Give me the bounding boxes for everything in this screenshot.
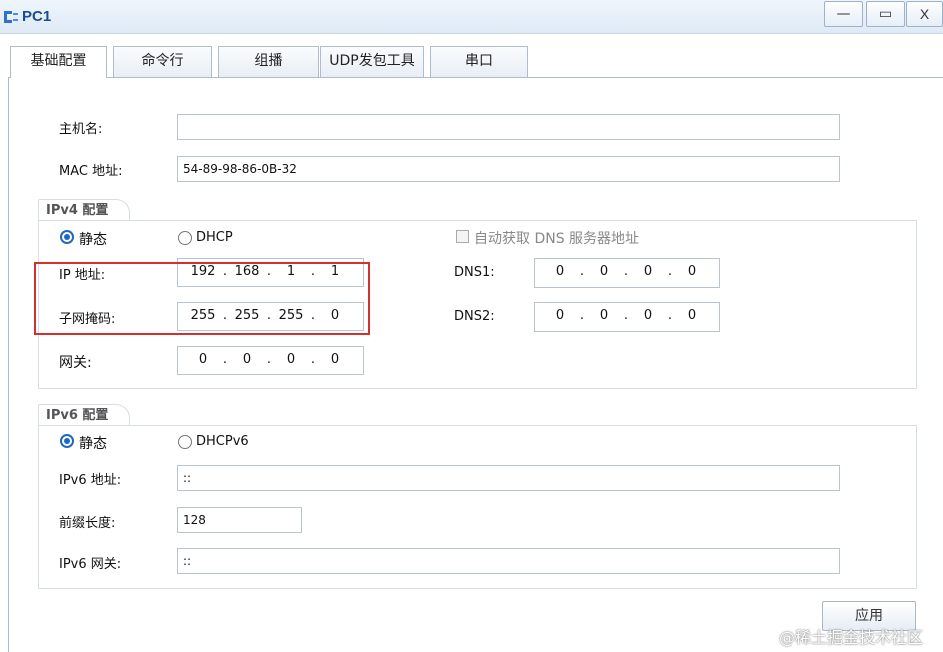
ip-dot: .	[222, 264, 228, 279]
dns1-dot: .	[579, 264, 585, 279]
gateway-dot: .	[310, 352, 316, 367]
tab-udp-tool[interactable]: UDP发包工具	[320, 46, 424, 77]
ipv6-gateway-label: IPv6 网关:	[59, 557, 122, 572]
subnet-mask-input[interactable]: 255 . 255 . 255 . 0	[177, 302, 364, 331]
ip-octet-1: 192	[190, 264, 216, 279]
ip-octet-2: 168	[234, 264, 260, 279]
tab-serial[interactable]: 串口	[430, 46, 528, 77]
window-title: PC1	[22, 8, 52, 25]
dns2-label: DNS2:	[454, 309, 495, 324]
mac-address-field[interactable]: 54-89-98-86-0B-32	[177, 156, 840, 182]
ipv4-dhcp-radio[interactable]	[178, 231, 192, 245]
dns1-octet-1: 0	[555, 264, 565, 279]
ipv6-dhcp-label: DHCPv6	[196, 434, 249, 449]
mask-octet-4: 0	[330, 308, 340, 323]
hostname-input[interactable]	[177, 114, 840, 140]
gateway-octet-3: 0	[286, 352, 296, 367]
dns2-octet-3: 0	[643, 308, 653, 323]
ip-address-label: IP 地址:	[59, 268, 106, 283]
ip-octet-4: 1	[330, 264, 340, 279]
ipv6-address-label: IPv6 地址:	[59, 473, 122, 488]
dns2-dot: .	[623, 308, 629, 323]
gateway-octet-4: 0	[330, 352, 340, 367]
maximize-button[interactable]: ▭	[866, 1, 905, 27]
mask-octet-2: 255	[234, 308, 260, 323]
close-button[interactable]: X	[906, 1, 943, 27]
gateway-input[interactable]: 0 . 0 . 0 . 0	[177, 346, 364, 375]
dns1-input[interactable]: 0 . 0 . 0 . 0	[534, 258, 720, 288]
tab-basic-config[interactable]: 基础配置	[10, 46, 107, 78]
dns1-dot: .	[667, 264, 673, 279]
title-bar[interactable]	[0, 0, 943, 34]
mask-dot: .	[266, 308, 272, 323]
mask-dot: .	[222, 308, 228, 323]
gateway-octet-1: 0	[198, 352, 208, 367]
mask-octet-1: 255	[190, 308, 216, 323]
dns1-dot: .	[623, 264, 629, 279]
ipv6-dhcp-radio[interactable]	[178, 435, 192, 449]
tab-multicast[interactable]: 组播	[218, 46, 319, 77]
gateway-dot: .	[266, 352, 272, 367]
network-pc-icon	[4, 11, 18, 23]
dns1-octet-3: 0	[643, 264, 653, 279]
dns2-dot: .	[579, 308, 585, 323]
mac-label: MAC 地址:	[59, 164, 123, 179]
dns2-octet-2: 0	[599, 308, 609, 323]
ipv4-static-label: 静态	[79, 232, 107, 248]
ipv4-group-title: IPv4 配置	[38, 199, 130, 221]
watermark-text: @稀土掘金技术社区	[779, 628, 924, 647]
gateway-dot: .	[222, 352, 228, 367]
ipv6-static-radio[interactable]	[60, 434, 74, 448]
ipv6-static-label: 静态	[79, 436, 107, 452]
tab-command-line[interactable]: 命令行	[113, 46, 212, 77]
gateway-label: 网关:	[59, 355, 92, 371]
mask-dot: .	[310, 308, 316, 323]
dns2-dot: .	[667, 308, 673, 323]
ipv6-gateway-input[interactable]: ::	[177, 548, 840, 574]
ipv6-group-title: IPv6 配置	[38, 404, 130, 426]
minimize-button[interactable]: —	[824, 1, 863, 27]
auto-dns-label: 自动获取 DNS 服务器地址	[474, 231, 640, 247]
ip-dot: .	[310, 264, 316, 279]
prefix-length-label: 前缀长度:	[59, 516, 116, 531]
dns1-label: DNS1:	[454, 265, 495, 280]
dns2-octet-1: 0	[555, 308, 565, 323]
ip-dot: .	[266, 264, 272, 279]
dns2-input[interactable]: 0 . 0 . 0 . 0	[534, 302, 720, 332]
ipv6-address-input[interactable]: ::	[177, 465, 840, 491]
dns2-octet-4: 0	[687, 308, 697, 323]
ip-address-input[interactable]: 192 . 168 . 1 . 1	[177, 258, 364, 287]
hostname-label: 主机名:	[59, 122, 103, 137]
ipv4-static-radio[interactable]	[60, 230, 74, 244]
prefix-length-input[interactable]: 128	[177, 507, 302, 533]
ip-octet-3: 1	[286, 264, 296, 279]
gateway-octet-2: 0	[242, 352, 252, 367]
mask-octet-3: 255	[278, 308, 304, 323]
dns1-octet-4: 0	[687, 264, 697, 279]
subnet-mask-label: 子网掩码:	[59, 312, 116, 327]
ipv4-dhcp-label: DHCP	[196, 230, 233, 245]
auto-dns-checkbox[interactable]	[456, 230, 469, 243]
dns1-octet-2: 0	[599, 264, 609, 279]
